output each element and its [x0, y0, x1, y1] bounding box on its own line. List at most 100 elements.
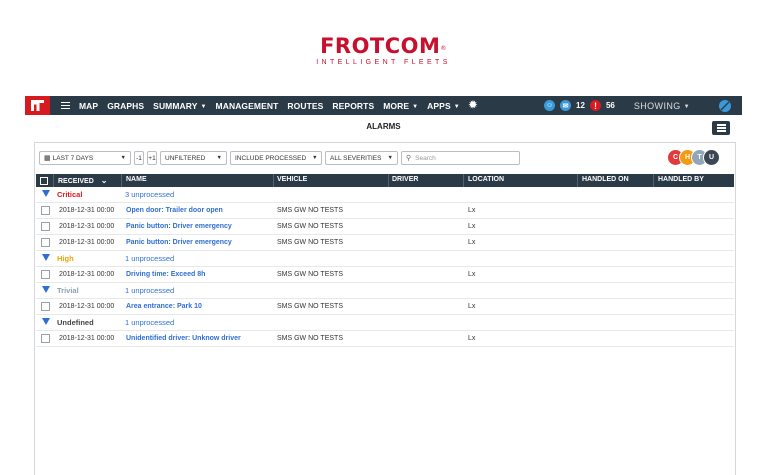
- page-title: ALARMS: [366, 122, 401, 131]
- nav-item-label: MANAGEMENT: [215, 100, 279, 111]
- nav-item-label: APPS: [427, 100, 451, 111]
- row-checkbox[interactable]: [41, 302, 50, 311]
- table-row[interactable]: 2018-12-31 00:00 Panic button: Driver eme…: [36, 219, 734, 235]
- nav-item-label: MORE: [383, 100, 410, 111]
- nav-item-apps[interactable]: APPS ▼: [427, 101, 460, 111]
- location-cell: Lx: [468, 303, 476, 310]
- robot-assistant-icon[interactable]: ☺: [544, 100, 556, 111]
- table-row[interactable]: 2018-12-31 00:00 Unidentified driver: Unk…: [36, 331, 734, 347]
- chevron-down-icon: ▼: [387, 155, 393, 161]
- severity-name: Undefined: [57, 318, 94, 327]
- hamburger-menu-icon[interactable]: [61, 101, 70, 110]
- processed-dropdown[interactable]: INCLUDE PROCESSED ▼: [230, 151, 322, 165]
- severity-group-header[interactable]: Undefined 1 unprocessed: [36, 315, 734, 331]
- vehicle-cell: SMS GW NO TESTS: [277, 303, 343, 310]
- alarm-name-link[interactable]: Unidentified driver: Unknow driver: [126, 335, 241, 342]
- vehicle-cell: SMS GW NO TESTS: [277, 271, 343, 278]
- nav-menu: MAP GRAPHS SUMMARY ▼ MANAGEMENT ROUTES REPORTS…: [79, 100, 477, 111]
- nav-item-map[interactable]: MAP: [79, 101, 98, 111]
- severity-avatar[interactable]: U: [703, 149, 720, 166]
- received-cell: 2018-12-31 00:00: [59, 271, 115, 278]
- search-input[interactable]: ⚲ Search: [401, 151, 520, 165]
- table-row[interactable]: 2018-12-31 00:00 Open door: Trailer door …: [36, 203, 734, 219]
- collapse-triangle-icon[interactable]: [42, 318, 50, 325]
- table-row[interactable]: 2018-12-31 00:00 Area entrance: Park 10 SM…: [36, 299, 734, 315]
- column-vehicle[interactable]: VEHICLE: [277, 176, 307, 183]
- column-driver[interactable]: DRIVER: [392, 176, 418, 183]
- alarms-alert-icon[interactable]: !: [589, 100, 601, 111]
- search-placeholder: Search: [415, 154, 436, 162]
- period-value: LAST 7 DAYS: [52, 154, 94, 162]
- row-checkbox[interactable]: [41, 222, 50, 231]
- severity-group-header[interactable]: High 1 unprocessed: [36, 251, 734, 267]
- column-received[interactable]: RECEIVED ⌄: [58, 176, 108, 185]
- collapse-triangle-icon[interactable]: [42, 254, 50, 261]
- received-cell: 2018-12-31 00:00: [59, 303, 115, 310]
- location-cell: Lx: [468, 335, 476, 342]
- caret-down-icon: ▼: [412, 103, 419, 110]
- logo-subtitle: INTELLIGENT FLEETS: [316, 59, 451, 66]
- row-checkbox[interactable]: [41, 334, 50, 343]
- alarms-table-body: Critical 3 unprocessed 2018-12-31 00:00 Ope…: [36, 187, 734, 347]
- column-handled-by[interactable]: HANDLED BY: [658, 176, 704, 183]
- showing-caret-icon: ▼: [683, 103, 690, 110]
- alarm-name-link[interactable]: Driving time: Exceed 8h: [126, 271, 205, 278]
- severity-group-header[interactable]: Trivial 1 unprocessed: [36, 283, 734, 299]
- nav-item-routes[interactable]: ROUTES: [287, 101, 323, 111]
- select-all-checkbox[interactable]: [40, 177, 48, 185]
- location-cell: Lx: [468, 271, 476, 278]
- received-cell: 2018-12-31 00:00: [59, 335, 115, 342]
- nav-item-label: MAP: [79, 100, 99, 111]
- unprocessed-count: 1 unprocessed: [125, 286, 175, 295]
- collapse-triangle-icon[interactable]: [42, 286, 50, 293]
- nav-status-area: ☺ ✉ 12 ! 56 SHOWING ▼: [544, 99, 731, 112]
- collapse-triangle-icon[interactable]: [42, 190, 50, 197]
- page-menu-button[interactable]: [712, 121, 730, 135]
- nav-item-label: GRAPHS: [107, 100, 145, 111]
- alarm-name-link[interactable]: Panic button: Driver emergency: [126, 239, 232, 246]
- table-row[interactable]: 2018-12-31 00:00 Panic button: Driver eme…: [36, 235, 734, 251]
- alarm-name-link[interactable]: Panic button: Driver emergency: [126, 223, 232, 230]
- column-handled-on[interactable]: HANDLED ON: [582, 176, 629, 183]
- nav-item-graphs[interactable]: GRAPHS: [107, 101, 144, 111]
- unprocessed-count: 3 unprocessed: [125, 190, 175, 199]
- search-icon: ⚲: [406, 155, 412, 162]
- severity-group-header[interactable]: Critical 3 unprocessed: [36, 187, 734, 203]
- table-row[interactable]: 2018-12-31 00:00 Driving time: Exceed 8h S…: [36, 267, 734, 283]
- period-previous-button[interactable]: -1: [134, 151, 144, 165]
- messages-icon[interactable]: ✉: [560, 100, 572, 111]
- column-location[interactable]: LOCATION: [468, 176, 504, 183]
- user-profile-icon[interactable]: [719, 99, 731, 112]
- location-cell: Lx: [468, 239, 476, 246]
- nav-item-reports[interactable]: REPORTS: [332, 101, 374, 111]
- period-next-button[interactable]: +1: [147, 151, 157, 165]
- nav-item-more[interactable]: MORE ▼: [383, 101, 418, 111]
- column-name[interactable]: NAME: [126, 176, 147, 183]
- nav-item-label: SUMMARY: [153, 100, 198, 111]
- row-checkbox[interactable]: [41, 270, 50, 279]
- nav-item-label: ROUTES: [287, 100, 324, 111]
- showing-dropdown[interactable]: SHOWING ▼: [634, 101, 690, 111]
- gear-icon[interactable]: ✹: [469, 100, 477, 111]
- severities-dropdown[interactable]: ALL SEVERITIES ▼: [325, 151, 398, 165]
- location-cell: Lx: [468, 223, 476, 230]
- chevron-down-icon: ▼: [120, 155, 126, 161]
- sort-down-icon[interactable]: ⌄: [101, 176, 108, 185]
- nav-item-management[interactable]: MANAGEMENT: [216, 101, 279, 111]
- alarm-name-link[interactable]: Area entrance: Park 10: [126, 303, 202, 310]
- filter-state-value: UNFILTERED: [165, 154, 206, 162]
- alarms-count[interactable]: 56: [606, 101, 615, 110]
- caret-down-icon: ▼: [200, 103, 207, 110]
- messages-count[interactable]: 12: [576, 101, 585, 110]
- nav-item-summary[interactable]: SUMMARY ▼: [153, 101, 206, 111]
- alarm-name-link[interactable]: Open door: Trailer door open: [126, 207, 223, 214]
- severity-name: Critical: [57, 190, 83, 199]
- logo-registered-mark: ®: [440, 45, 447, 52]
- period-dropdown[interactable]: ▦ LAST 7 DAYS ▼: [39, 151, 131, 165]
- severity-name: High: [57, 254, 74, 263]
- filter-state-dropdown[interactable]: UNFILTERED ▼: [160, 151, 227, 165]
- processed-value: INCLUDE PROCESSED: [235, 154, 307, 162]
- row-checkbox[interactable]: [41, 206, 50, 215]
- row-checkbox[interactable]: [41, 238, 50, 247]
- brand-icon[interactable]: [25, 96, 50, 115]
